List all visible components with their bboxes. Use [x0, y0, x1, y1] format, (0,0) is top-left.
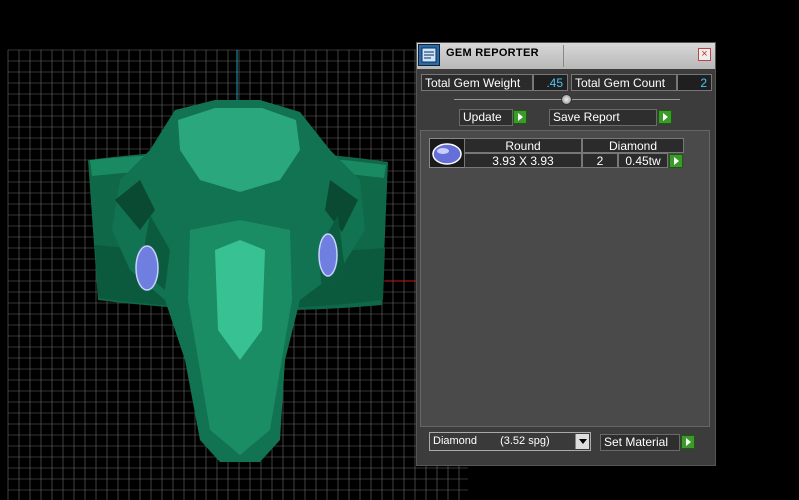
gem-left[interactable] [135, 245, 159, 291]
save-report-button[interactable]: Save Report [549, 109, 657, 126]
chevron-down-icon[interactable] [575, 434, 589, 449]
title-divider [563, 45, 564, 67]
update-button-label: Update [463, 110, 502, 124]
gem-row-arrow-icon[interactable] [669, 154, 683, 168]
set-material-button-label: Set Material [604, 435, 669, 449]
panel-resize-handle[interactable] [561, 94, 572, 105]
gem-material: Diamond [582, 138, 684, 153]
update-button[interactable]: Update [459, 109, 513, 126]
save-report-button-label: Save Report [553, 110, 620, 124]
update-arrow-icon[interactable] [513, 110, 527, 124]
set-material-arrow-icon[interactable] [681, 435, 695, 449]
save-report-arrow-icon[interactable] [658, 110, 672, 124]
total-gem-weight-value: .45 [533, 74, 568, 91]
panel-title: GEM REPORTER [446, 47, 539, 59]
total-gem-weight-label: Total Gem Weight [421, 74, 533, 91]
round-gem-icon[interactable] [429, 138, 465, 168]
material-select-spg: (3.52 spg) [500, 435, 550, 447]
title-bar[interactable]: GEM REPORTER × [417, 43, 715, 69]
gem-count: 2 [582, 153, 618, 168]
total-gem-count-value: 2 [677, 74, 712, 91]
gem-reporter-icon [418, 44, 440, 66]
gem-size: 3.93 X 3.93 [464, 153, 582, 168]
close-icon[interactable]: × [698, 48, 711, 61]
set-material-button[interactable]: Set Material [600, 434, 680, 451]
material-select[interactable]: Diamond (3.52 spg) [429, 432, 591, 451]
gem-weight: 0.45tw [618, 153, 668, 168]
total-gem-count-label: Total Gem Count [571, 74, 677, 91]
gem-right[interactable] [318, 233, 338, 277]
ring-model[interactable] [88, 100, 388, 462]
gem-list[interactable]: Round Diamond 3.93 X 3.93 2 0.45tw [420, 130, 710, 427]
gem-shape: Round [464, 138, 582, 153]
gem-reporter-panel: GEM REPORTER × Total Gem Weight .45 Tota… [416, 42, 716, 466]
material-select-name: Diamond [433, 435, 478, 447]
